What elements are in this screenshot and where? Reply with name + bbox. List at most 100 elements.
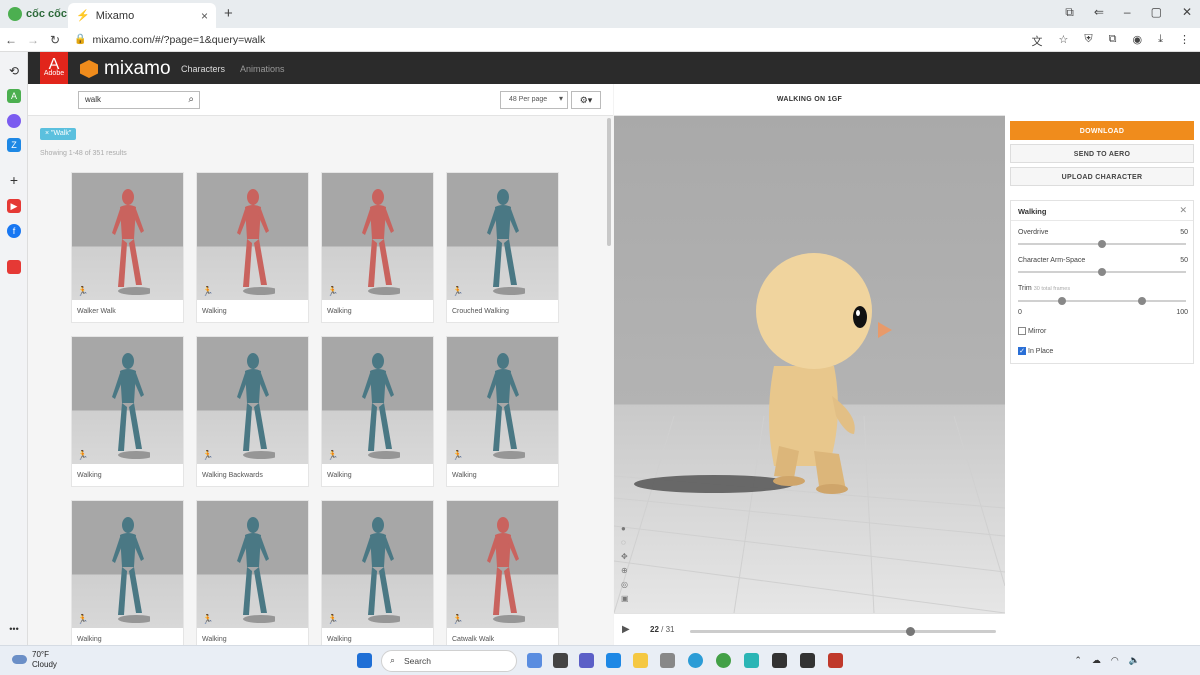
3d-viewport[interactable]: ● ◌ ✥ ⊕ ◎ ▣ bbox=[614, 116, 1005, 613]
animation-thumbnail[interactable]: 🏃 bbox=[197, 501, 308, 628]
youtube-icon[interactable]: ▶ bbox=[7, 199, 21, 213]
star-icon[interactable]: ☆ bbox=[1059, 33, 1069, 49]
forward-icon[interactable]: → bbox=[22, 33, 44, 47]
facebook-icon[interactable]: f bbox=[7, 224, 21, 238]
edge-icon[interactable] bbox=[688, 653, 703, 668]
file-explorer-icon[interactable] bbox=[633, 653, 648, 668]
animation-card[interactable]: 🏃 Walking bbox=[71, 500, 184, 651]
grid-scrollbar[interactable] bbox=[607, 118, 611, 246]
copilot-icon[interactable] bbox=[527, 653, 542, 668]
upload-character-button[interactable]: UPLOAD CHARACTER bbox=[1010, 167, 1194, 186]
search-input[interactable]: walk ⌕ bbox=[78, 91, 200, 109]
translate-icon[interactable]: 文 bbox=[1032, 33, 1043, 49]
animation-thumbnail[interactable]: 🏃 bbox=[72, 501, 183, 628]
animation-card[interactable]: 🏃 Catwalk Walk bbox=[446, 500, 559, 651]
url-field[interactable]: mixamo.com/#/?page=1&query=walk bbox=[92, 34, 265, 46]
animation-thumbnail[interactable]: 🏃 bbox=[447, 337, 558, 464]
profile-icon[interactable]: ◉ bbox=[1133, 33, 1143, 49]
record-icon[interactable]: ▣ bbox=[621, 594, 629, 603]
reload-icon[interactable]: ↻ bbox=[44, 33, 66, 47]
in-place-checkbox-box[interactable]: ✓ bbox=[1018, 347, 1026, 355]
pan-icon[interactable]: ✥ bbox=[621, 552, 629, 561]
back-to-tabs-icon[interactable]: ⇐ bbox=[1094, 5, 1104, 20]
maximize-button[interactable]: ▢ bbox=[1151, 5, 1162, 20]
animation-thumbnail[interactable]: 🏃 bbox=[447, 173, 558, 300]
messenger-icon[interactable] bbox=[7, 114, 21, 128]
animation-thumbnail[interactable]: 🏃 bbox=[322, 501, 433, 628]
app-skull-icon[interactable] bbox=[800, 653, 815, 668]
shield-icon[interactable]: ⛨ bbox=[1084, 33, 1092, 49]
task-view-icon[interactable] bbox=[553, 653, 568, 668]
mirror-checkbox-box[interactable] bbox=[1018, 327, 1026, 335]
unity-icon[interactable] bbox=[772, 653, 787, 668]
trim-start-knob[interactable] bbox=[1058, 297, 1066, 305]
taskbar-search[interactable]: ⌕ Search bbox=[381, 650, 517, 672]
mixamo-logo[interactable]: mixamo bbox=[80, 58, 171, 80]
download-icon[interactable]: ⤓ bbox=[1158, 33, 1163, 49]
add-icon[interactable]: + bbox=[7, 173, 21, 187]
animation-card[interactable]: 🏃 Walking bbox=[446, 336, 559, 487]
coccoc-taskbar-icon[interactable] bbox=[716, 653, 731, 668]
animation-card[interactable]: 🏃 Walking bbox=[321, 500, 434, 651]
animation-card[interactable]: 🏃 Walking Backwards bbox=[196, 336, 309, 487]
teams-icon[interactable] bbox=[579, 653, 594, 668]
calendar-icon[interactable] bbox=[7, 260, 21, 274]
wifi-icon[interactable]: ◠ bbox=[1111, 655, 1119, 666]
animation-thumbnail[interactable]: 🏃 bbox=[197, 173, 308, 300]
animation-thumbnail[interactable]: 🏃 bbox=[322, 173, 433, 300]
app-m-icon[interactable] bbox=[744, 653, 759, 668]
close-tab-icon[interactable]: × bbox=[201, 9, 208, 23]
in-place-checkbox[interactable]: ✓ In Place bbox=[1018, 347, 1053, 355]
lock-icon[interactable]: 🔒 bbox=[74, 34, 86, 45]
start-icon[interactable] bbox=[357, 653, 372, 668]
per-page-select[interactable]: 48 Per page ▾ bbox=[500, 91, 568, 109]
settings-dropdown-button[interactable]: ⚙▾ bbox=[571, 91, 601, 109]
new-tab-button[interactable]: + bbox=[224, 5, 233, 22]
weather-widget[interactable]: 70°F Cloudy bbox=[12, 650, 57, 670]
browser-brand[interactable]: cốc cốc bbox=[0, 7, 75, 21]
trim-slider[interactable] bbox=[1018, 297, 1186, 305]
filter-tag-walk[interactable]: × "Walk" bbox=[40, 128, 77, 140]
close-icon[interactable]: ✕ bbox=[1179, 205, 1187, 216]
onedrive-icon[interactable]: ☁ bbox=[1092, 655, 1101, 666]
animation-card[interactable]: 🏃 Crouched Walking bbox=[446, 172, 559, 323]
trim-end-knob[interactable] bbox=[1138, 297, 1146, 305]
close-window-button[interactable]: ✕ bbox=[1182, 5, 1192, 20]
ai-icon[interactable]: A bbox=[7, 89, 21, 103]
camera-mode-icon[interactable]: ● bbox=[621, 524, 629, 533]
store-icon[interactable] bbox=[660, 653, 675, 668]
animation-card[interactable]: 🏃 Walking bbox=[321, 172, 434, 323]
mirror-checkbox[interactable]: Mirror bbox=[1018, 327, 1046, 335]
armspace-slider[interactable] bbox=[1018, 268, 1186, 276]
more-icon[interactable]: ••• bbox=[7, 622, 21, 636]
animation-card[interactable]: 🏃 Walking bbox=[196, 172, 309, 323]
download-button[interactable]: DOWNLOAD bbox=[1010, 121, 1194, 140]
animation-card[interactable]: 🏃 Walking bbox=[196, 500, 309, 651]
orbit-icon[interactable]: ◌ bbox=[621, 538, 629, 547]
minimize-button[interactable]: – bbox=[1124, 5, 1131, 20]
history-icon[interactable]: ⟲ bbox=[7, 64, 21, 78]
animation-thumbnail[interactable]: 🏃 bbox=[322, 337, 433, 464]
play-icon[interactable]: ▶ bbox=[622, 624, 630, 635]
animation-card[interactable]: 🏃 Walking bbox=[321, 336, 434, 487]
animation-thumbnail[interactable]: 🏃 bbox=[72, 173, 183, 300]
timeline-playhead[interactable] bbox=[906, 627, 916, 636]
volume-icon[interactable]: 🔈 bbox=[1129, 655, 1140, 666]
animation-card[interactable]: 🏃 Walking bbox=[71, 336, 184, 487]
tab-mixamo[interactable]: ⚡ Mixamo × bbox=[68, 3, 216, 28]
extensions-icon[interactable]: ⧉ bbox=[1109, 33, 1117, 49]
send-to-aero-button[interactable]: SEND TO AERO bbox=[1010, 144, 1194, 163]
overdrive-slider-knob[interactable] bbox=[1098, 240, 1106, 248]
zalo-icon[interactable]: Z bbox=[7, 138, 21, 152]
word-icon[interactable] bbox=[606, 653, 621, 668]
reset-view-icon[interactable]: ◎ bbox=[621, 580, 629, 589]
animation-thumbnail[interactable]: 🏃 bbox=[197, 337, 308, 464]
menu-icon[interactable]: ⋮ bbox=[1179, 33, 1190, 49]
tab-search-icon[interactable]: ⧉ bbox=[1065, 5, 1074, 20]
timeline-track[interactable] bbox=[690, 627, 996, 636]
animation-thumbnail[interactable]: 🏃 bbox=[72, 337, 183, 464]
animation-card[interactable]: 🏃 Walker Walk bbox=[71, 172, 184, 323]
zoom-icon[interactable]: ⊕ bbox=[621, 566, 629, 575]
armspace-slider-knob[interactable] bbox=[1098, 268, 1106, 276]
nav-animations[interactable]: Animations bbox=[240, 64, 285, 74]
